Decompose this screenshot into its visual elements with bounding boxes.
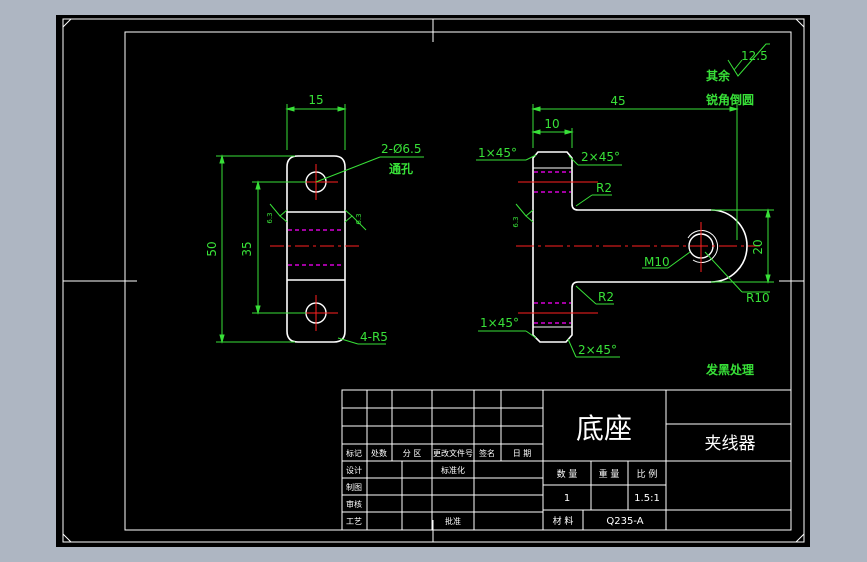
dim-left-height-total-text: 50	[205, 241, 219, 256]
assembly-name: 夹线器	[705, 434, 756, 454]
hole-callout-text: 2-Ø6.5	[381, 142, 422, 156]
roughness-right-view-text: 6.3	[512, 216, 520, 227]
chamfer-bottom-left-text: 1×45°	[480, 316, 519, 330]
label-approve: 批准	[445, 516, 461, 526]
label-process: 工艺	[346, 517, 362, 526]
label-material: 材 料	[553, 515, 574, 527]
note-deburr: 锐角倒圆	[706, 92, 754, 107]
dim-left-height-inner-text: 35	[240, 241, 254, 256]
roughness-general-value: 12.5	[741, 49, 768, 63]
rev-header-zone: 分 区	[403, 449, 422, 458]
drawing-canvas: 15 50 35 6.3 6.3 2-Ø6.5 通孔 4-R5 45 10 20…	[56, 15, 810, 547]
label-scale: 比 例	[637, 468, 658, 480]
note-remaining: 其余	[706, 68, 731, 83]
roughness-left-text: 6.3	[266, 212, 274, 223]
radius-bottom-text: R2	[598, 290, 614, 304]
rev-header-date: 日 期	[513, 449, 532, 458]
rev-header-docno: 更改文件号	[433, 448, 473, 458]
rev-header-mark: 标记	[346, 448, 362, 458]
label-review: 审核	[346, 499, 362, 509]
chamfer-bottom-right-text: 2×45°	[578, 343, 617, 357]
dim-right-eye-height-text: 20	[751, 239, 765, 254]
note-treatment: 发黑处理	[705, 362, 754, 377]
rev-header-count: 处数	[371, 448, 387, 458]
value-quantity: 1	[564, 493, 570, 504]
hole-note-text: 通孔	[389, 161, 413, 176]
sheet-background	[56, 15, 810, 547]
value-material: Q235-A	[606, 516, 643, 527]
chamfer-top-right-text: 2×45°	[581, 150, 620, 164]
chamfer-top-left-text: 1×45°	[478, 146, 517, 160]
radius-top-text: R2	[596, 181, 612, 195]
label-draw: 制图	[346, 482, 362, 492]
label-design: 设计	[346, 465, 362, 475]
part-name: 底座	[576, 412, 632, 445]
dim-right-step-text: 10	[544, 117, 559, 131]
fillet-callout-text: 4-R5	[360, 330, 388, 344]
roughness-right-text: 6.3	[355, 213, 363, 224]
dim-right-length-text: 45	[610, 94, 625, 108]
radius-eye-text: R10	[746, 291, 770, 305]
label-weight: 重 量	[599, 468, 620, 480]
label-standardize: 标准化	[441, 465, 465, 475]
value-scale: 1.5:1	[634, 493, 660, 504]
thread-text: M10	[644, 255, 670, 269]
label-quantity: 数 量	[557, 468, 578, 480]
rev-header-sign: 签名	[479, 448, 495, 458]
dim-left-width-text: 15	[308, 93, 323, 107]
